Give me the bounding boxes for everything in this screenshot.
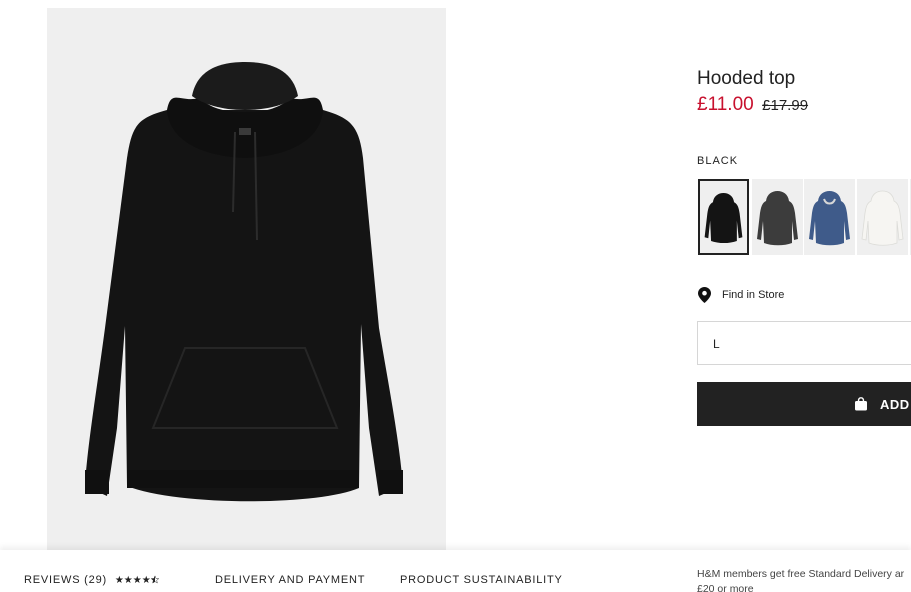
find-in-store-label: Find in Store xyxy=(722,289,785,301)
swatch-blue[interactable] xyxy=(804,179,855,255)
hoodie-thumbnail-icon xyxy=(809,191,850,246)
half-star-icon xyxy=(150,575,160,584)
tab-delivery-and-payment[interactable]: DELIVERY AND PAYMENT xyxy=(215,574,365,586)
promo-line-1: H&M members get free Standard Delivery a… xyxy=(697,568,905,580)
tab-reviews[interactable]: REVIEWS (29) ★★★★ xyxy=(24,574,160,586)
hoodie-thumbnail-icon xyxy=(757,191,798,246)
find-in-store-link[interactable]: Find in Store xyxy=(698,286,784,304)
size-selector[interactable]: L xyxy=(697,321,911,365)
bottom-info-bar: REVIEWS (29) ★★★★ DELIVERY AND PAYMENT P… xyxy=(0,550,911,592)
product-title: Hooded top xyxy=(697,68,796,89)
membership-delivery-promo: H&M members get free Standard Delivery a… xyxy=(697,567,911,592)
star-icons: ★★★★ xyxy=(114,575,151,586)
swatch-dark-grey[interactable] xyxy=(752,179,803,255)
shopping-bag-icon xyxy=(855,397,867,411)
add-to-bag-button[interactable]: ADD xyxy=(697,382,911,426)
rating-stars: ★★★★ xyxy=(114,575,160,586)
price-row: £11.00 £17.99 xyxy=(697,94,808,116)
promo-line-2: £20 or more xyxy=(697,583,754,592)
swatch-black[interactable] xyxy=(698,179,749,255)
swatch-white[interactable] xyxy=(857,179,908,255)
sale-price: £11.00 xyxy=(697,94,754,115)
product-image[interactable] xyxy=(47,8,446,550)
location-pin-icon xyxy=(698,287,711,303)
selected-color-label: BLACK xyxy=(697,155,739,167)
hoodie-thumbnail-icon xyxy=(861,190,904,246)
add-to-bag-label: ADD xyxy=(880,397,910,412)
original-price: £17.99 xyxy=(762,97,809,114)
product-page: Hooded top £11.00 £17.99 BLACK Find in S… xyxy=(0,0,911,592)
hoodie-thumbnail-icon xyxy=(704,193,743,244)
selected-size: L xyxy=(713,337,720,351)
color-swatches xyxy=(698,179,911,257)
tab-product-sustainability[interactable]: PRODUCT SUSTAINABILITY xyxy=(400,574,563,586)
black-hoodie-image xyxy=(85,62,403,502)
reviews-label: REVIEWS (29) xyxy=(24,574,107,586)
